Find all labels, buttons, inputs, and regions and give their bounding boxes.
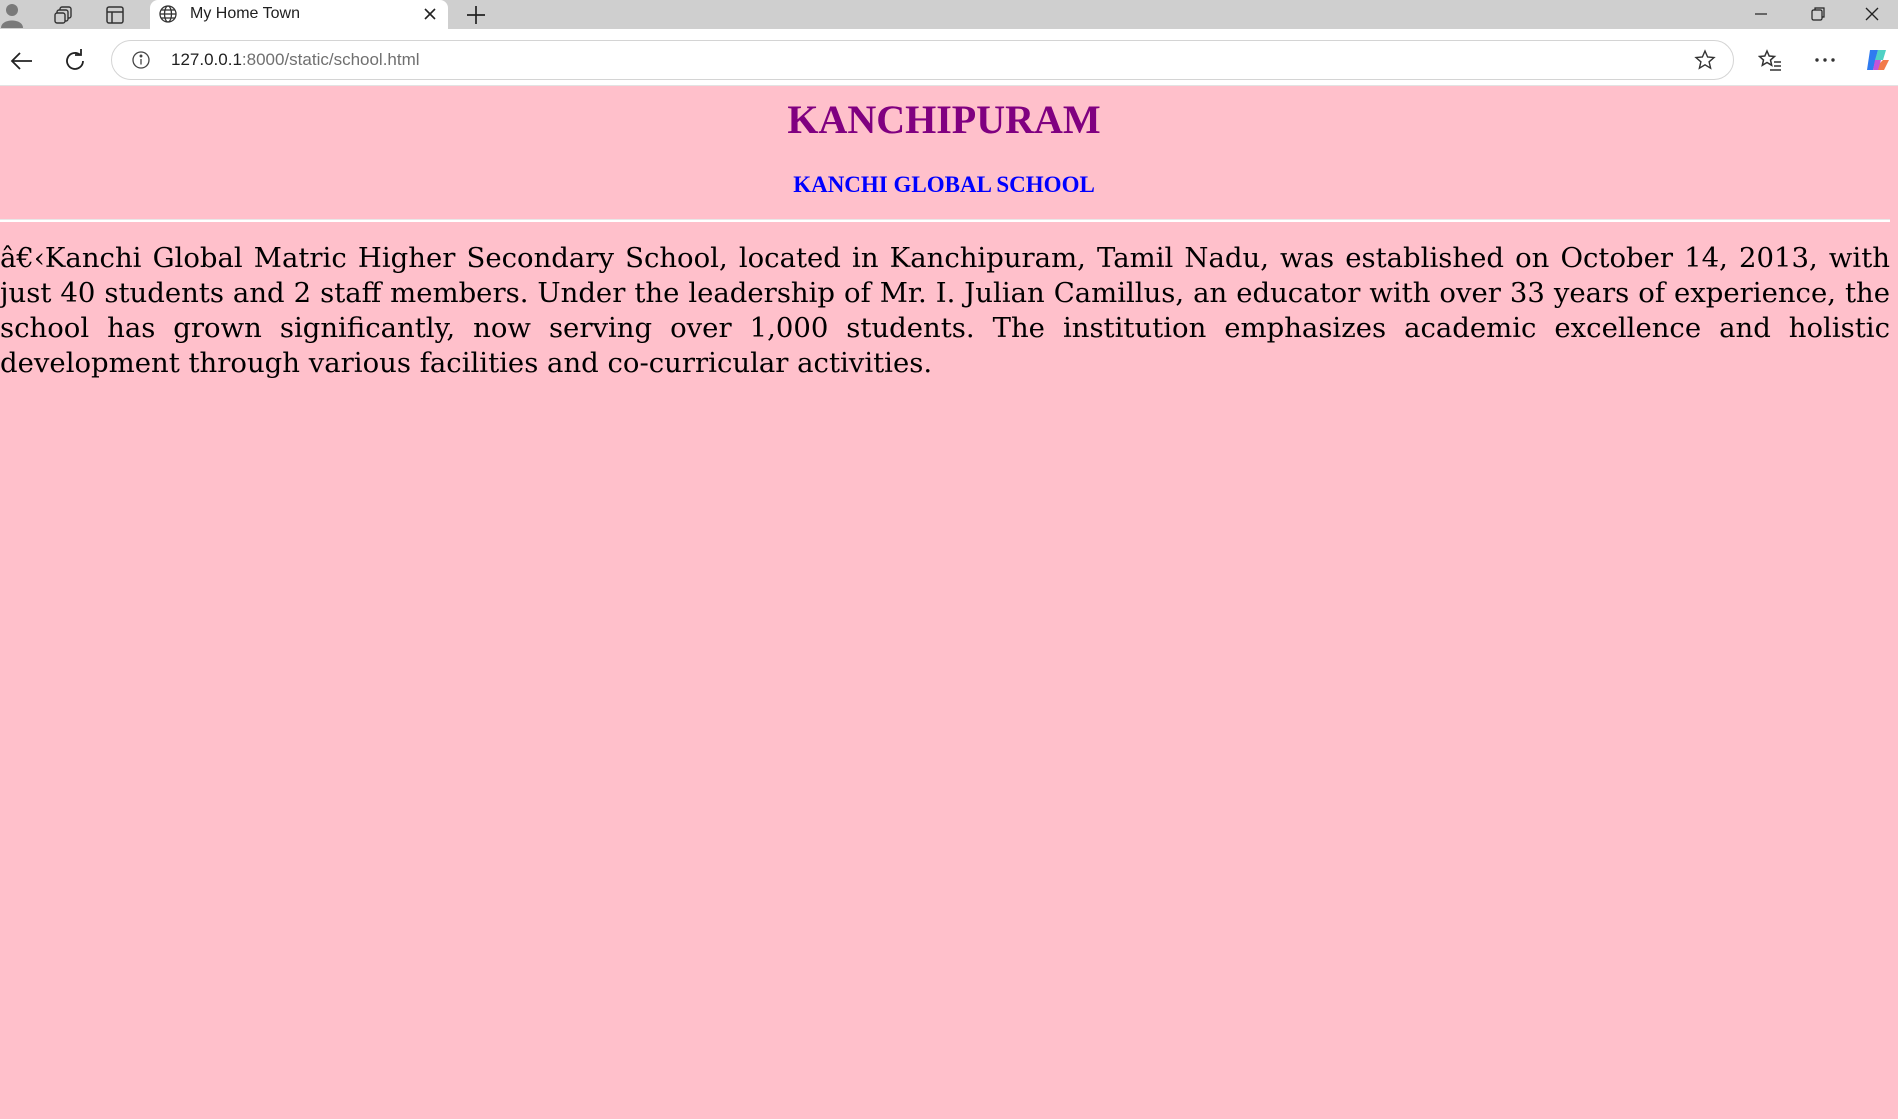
favorites-icon[interactable] bbox=[1757, 48, 1782, 72]
page-heading: KANCHIPURAM bbox=[787, 97, 1101, 142]
school-description: â€‹Kanchi Global Matric Higher Secondary… bbox=[0, 242, 1890, 379]
address-url[interactable]: 127.0.0.1:8000/static/school.html bbox=[171, 49, 420, 71]
copilot-icon[interactable] bbox=[1864, 46, 1892, 74]
close-window-button[interactable] bbox=[1846, 0, 1898, 29]
info-icon[interactable] bbox=[131, 50, 151, 70]
tab-strip: My Home Town bbox=[0, 0, 1898, 29]
profile-icon[interactable] bbox=[0, 0, 24, 29]
url-host: 127.0.0.1 bbox=[171, 50, 242, 69]
vertical-tabs-icon[interactable] bbox=[101, 0, 129, 29]
favorite-star-icon[interactable] bbox=[1694, 49, 1716, 71]
minimize-button[interactable] bbox=[1733, 0, 1789, 29]
back-button[interactable] bbox=[6, 46, 36, 76]
horizontal-rule bbox=[0, 219, 1890, 222]
restore-button[interactable] bbox=[1790, 0, 1846, 29]
more-options-icon[interactable] bbox=[1813, 48, 1837, 72]
page-body: KANCHIPURAM KANCHI GLOBAL SCHOOL â€‹Kanc… bbox=[0, 87, 1898, 1119]
page-subheading: KANCHI GLOBAL SCHOOL bbox=[793, 172, 1095, 197]
workspaces-icon[interactable] bbox=[50, 0, 78, 29]
tab-title: My Home Town bbox=[190, 5, 300, 22]
refresh-button[interactable] bbox=[60, 46, 90, 76]
url-path: :8000/static/school.html bbox=[241, 50, 420, 69]
new-tab-button[interactable] bbox=[463, 2, 489, 28]
globe-icon bbox=[158, 4, 178, 24]
close-tab-icon[interactable] bbox=[420, 4, 440, 24]
